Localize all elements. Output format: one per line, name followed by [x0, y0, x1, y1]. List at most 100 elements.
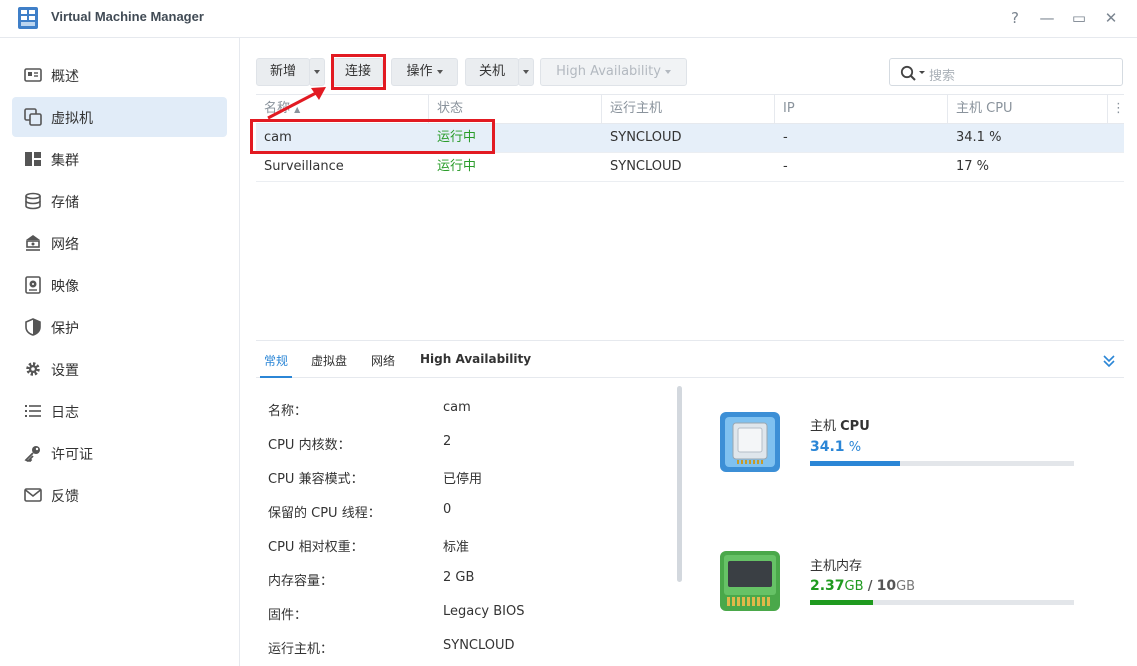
tab-network[interactable]: 网络 [371, 352, 395, 369]
prop-value: 2 [443, 434, 452, 449]
annotation-arrow-icon [267, 87, 326, 120]
column-header-host[interactable]: 运行主机 [602, 95, 775, 123]
help-button[interactable]: ? [1005, 8, 1025, 28]
sidebar-item-label: 日志 [51, 405, 79, 421]
app-logo-icon [18, 7, 38, 29]
prop-value: 0 [443, 502, 452, 517]
prop-value: 已停用 [443, 472, 483, 487]
vm-cpu: 34.1 % [956, 130, 1002, 145]
app-title: Virtual Machine Manager [51, 9, 204, 24]
tab-general[interactable]: 常规 [264, 352, 288, 369]
log-icon [25, 405, 41, 417]
sidebar-item-storage[interactable]: 存储 [12, 181, 227, 221]
memory-icon [720, 551, 780, 611]
maximize-button[interactable]: ▭ [1069, 8, 1089, 28]
sidebar-item-label: 网络 [51, 237, 79, 253]
sidebar-item-log[interactable]: 日志 [12, 391, 227, 431]
prop-value: 标准 [443, 540, 470, 555]
storage-icon [25, 192, 41, 210]
column-header-cpu[interactable]: 主机 CPU [948, 95, 1108, 123]
overview-icon [24, 68, 42, 82]
chevron-down-icon [436, 69, 443, 74]
sidebar-item-label: 映像 [51, 279, 79, 295]
prop-label: 保留的 CPU 线程： [268, 506, 381, 521]
sidebar-item-label: 概述 [51, 69, 79, 85]
chevron-down-icon [523, 69, 529, 74]
collapse-chevron-icon[interactable] [1102, 354, 1116, 368]
prop-value: cam [443, 400, 471, 415]
key-icon [24, 446, 40, 462]
sidebar-item-license[interactable]: 许可证 [12, 433, 227, 473]
high-availability-label: High Availability [556, 64, 661, 79]
memory-metric-value: 2.37GB / 10GB [810, 578, 916, 594]
vm-ip: - [783, 159, 788, 174]
vm-cpu: 17 % [956, 159, 990, 174]
prop-value: Legacy BIOS [443, 604, 525, 619]
prop-label: CPU 相对权重： [268, 540, 364, 555]
title-bar: Virtual Machine Manager ? — ▭ ✕ [0, 0, 1137, 38]
memory-usage-bar [810, 600, 1074, 605]
cpu-metric-title: 主机 CPU [810, 419, 870, 434]
prop-label: 运行主机： [268, 642, 334, 657]
cluster-icon [25, 152, 41, 166]
sidebar-item-image[interactable]: 映像 [12, 265, 227, 305]
sidebar-item-label: 反馈 [51, 489, 79, 505]
table-row[interactable]: Surveillance 运行中 SYNCLOUD - 17 % [256, 153, 1124, 182]
gear-icon [26, 362, 40, 376]
vm-status: 运行中 [437, 159, 477, 174]
prop-label: 名称： [268, 404, 308, 419]
prop-value: 2 GB [443, 570, 475, 585]
tab-high-availability[interactable]: High Availability [420, 352, 531, 366]
search-input[interactable]: 搜索 [889, 58, 1123, 86]
vm-host: SYNCLOUD [610, 159, 682, 174]
vm-host: SYNCLOUD [610, 130, 682, 145]
minimize-button[interactable]: — [1037, 8, 1057, 28]
action-button[interactable]: 操作 [391, 58, 458, 86]
prop-label: 固件： [268, 608, 308, 623]
high-availability-button[interactable]: High Availability [540, 58, 687, 86]
prop-label: CPU 兼容模式： [268, 472, 364, 487]
column-menu-button[interactable]: ⋮ [1108, 95, 1125, 123]
network-icon [26, 235, 40, 251]
sidebar-item-settings[interactable]: 设置 [12, 349, 227, 389]
memory-usage-fill [810, 600, 873, 605]
sidebar: 概述 虚拟机 集群 存储 网络 映像 保护 设置 日志 许可证 反馈 [0, 38, 240, 666]
vm-name: Surveillance [264, 159, 344, 174]
sidebar-item-label: 集群 [51, 153, 79, 169]
sidebar-item-protection[interactable]: 保护 [12, 307, 227, 347]
chevron-down-icon [314, 69, 320, 74]
vm-ip: - [783, 130, 788, 145]
prop-value: SYNCLOUD [443, 638, 515, 653]
search-placeholder: 搜索 [929, 69, 956, 84]
tab-virtual-disk[interactable]: 虚拟盘 [311, 352, 347, 369]
sidebar-item-feedback[interactable]: 反馈 [12, 475, 227, 515]
detail-tabs: 常规 虚拟盘 网络 High Availability [256, 340, 1124, 378]
sidebar-item-label: 保护 [51, 321, 79, 337]
cpu-metric-value: 34.1 % [810, 439, 862, 455]
shield-icon [25, 318, 41, 336]
close-button[interactable]: ✕ [1101, 8, 1121, 28]
memory-metric-title: 主机内存 [810, 559, 863, 574]
sidebar-item-label: 许可证 [51, 447, 93, 463]
sidebar-item-label: 存储 [51, 195, 79, 211]
prop-label: CPU 内核数： [268, 438, 351, 453]
shutdown-dropdown-button[interactable] [518, 58, 534, 86]
virtual-machine-icon [24, 108, 42, 126]
sidebar-item-virtual-machine[interactable]: 虚拟机 [12, 97, 227, 137]
sidebar-item-network[interactable]: 网络 [12, 223, 227, 263]
shutdown-button[interactable]: 关机 [465, 58, 519, 86]
image-icon [25, 276, 41, 294]
chevron-down-icon [664, 69, 671, 74]
action-button-label: 操作 [406, 64, 433, 79]
shutdown-button-label: 关机 [478, 64, 505, 79]
column-header-ip[interactable]: IP [775, 95, 948, 123]
sidebar-item-overview[interactable]: 概述 [12, 55, 227, 95]
search-icon [900, 65, 925, 81]
sidebar-item-label: 虚拟机 [51, 111, 93, 127]
sidebar-item-label: 设置 [51, 363, 79, 379]
properties-scrollbar[interactable] [677, 386, 682, 582]
active-tab-indicator [260, 376, 292, 378]
cpu-usage-fill [810, 461, 901, 466]
sidebar-item-cluster[interactable]: 集群 [12, 139, 227, 179]
mail-icon [24, 488, 42, 502]
